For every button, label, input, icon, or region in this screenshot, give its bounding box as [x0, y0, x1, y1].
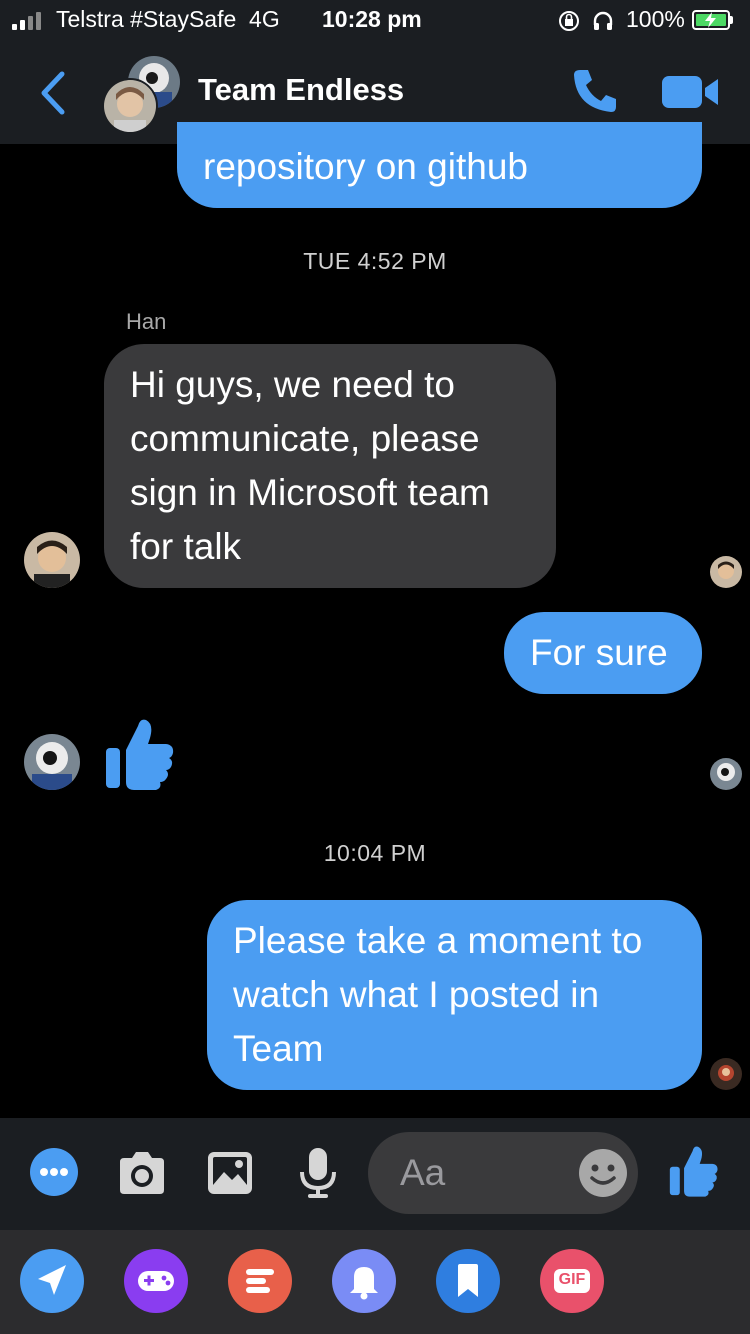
message-input-placeholder: Aa [400, 1152, 446, 1193]
message-line: Team [233, 1028, 324, 1069]
text-icon [246, 1269, 274, 1293]
message-line: communicate, please [130, 418, 480, 459]
bell-icon [350, 1267, 378, 1300]
message-bubble-outgoing[interactable]: For sure [504, 612, 702, 694]
games-button[interactable] [124, 1249, 188, 1313]
status-time: 10:28 pm [322, 6, 422, 32]
timestamp: TUE 4:52 PM [303, 248, 447, 274]
message-bubble-incoming[interactable]: Hi guys, we need to communicate, please … [104, 344, 556, 588]
video-call-icon[interactable] [662, 72, 720, 112]
message-line: for talk [130, 526, 242, 567]
timestamp: 10:04 PM [323, 840, 427, 866]
reminder-button[interactable] [332, 1249, 396, 1313]
signal-icon [12, 0, 52, 42]
message-text: For sure [530, 632, 668, 673]
bookmark-icon [458, 1264, 478, 1297]
group-avatar[interactable] [102, 54, 182, 134]
game-icon [138, 1271, 174, 1291]
message-bubble-outgoing[interactable]: Please take a moment to watch what I pos… [207, 900, 702, 1090]
phone-call-icon[interactable] [568, 64, 622, 118]
read-receipt-avatar [710, 758, 742, 790]
back-chevron-icon[interactable] [30, 68, 80, 118]
location-icon [38, 1265, 66, 1295]
thumbs-up-reaction-icon[interactable] [104, 716, 176, 792]
read-receipt-avatar [710, 556, 742, 588]
microphone-icon[interactable] [298, 1146, 338, 1200]
emoji-icon[interactable] [578, 1148, 628, 1198]
thumbs-up-send-icon[interactable] [668, 1144, 720, 1198]
message-line: Hi guys, we need to [130, 364, 455, 405]
message-text: repository on github [203, 146, 528, 187]
message-line: sign in Microsoft team [130, 472, 490, 513]
message-line: Please take a moment to [233, 920, 643, 961]
member-avatar-2 [102, 78, 158, 134]
carrier-name: Telstra #StaySafe 4G [56, 6, 280, 32]
battery-percentage: 100% [626, 6, 685, 32]
read-receipt-avatar [710, 1058, 742, 1090]
sender-avatar-han[interactable] [24, 532, 80, 588]
message-line: watch what I posted in [233, 974, 600, 1015]
battery-tip [730, 16, 733, 24]
bookmark-button[interactable] [436, 1249, 500, 1313]
text-button[interactable] [228, 1249, 292, 1313]
network-type: 4G [249, 6, 280, 32]
camera-icon[interactable] [116, 1150, 168, 1196]
gallery-icon[interactable] [206, 1150, 254, 1196]
gif-label: GIF [558, 1271, 586, 1288]
headphones-icon [593, 11, 613, 30]
chat-title[interactable]: Team Endless [198, 72, 404, 108]
more-icon[interactable] [30, 1148, 78, 1196]
gif-button[interactable]: GIF [540, 1249, 604, 1313]
location-button[interactable] [20, 1249, 84, 1313]
battery-icon [692, 10, 730, 30]
orientation-lock-icon [559, 11, 579, 31]
sender-avatar[interactable] [24, 734, 80, 790]
sender-name: Han [126, 309, 167, 334]
message-bubble-outgoing[interactable]: repository on github [177, 122, 702, 208]
